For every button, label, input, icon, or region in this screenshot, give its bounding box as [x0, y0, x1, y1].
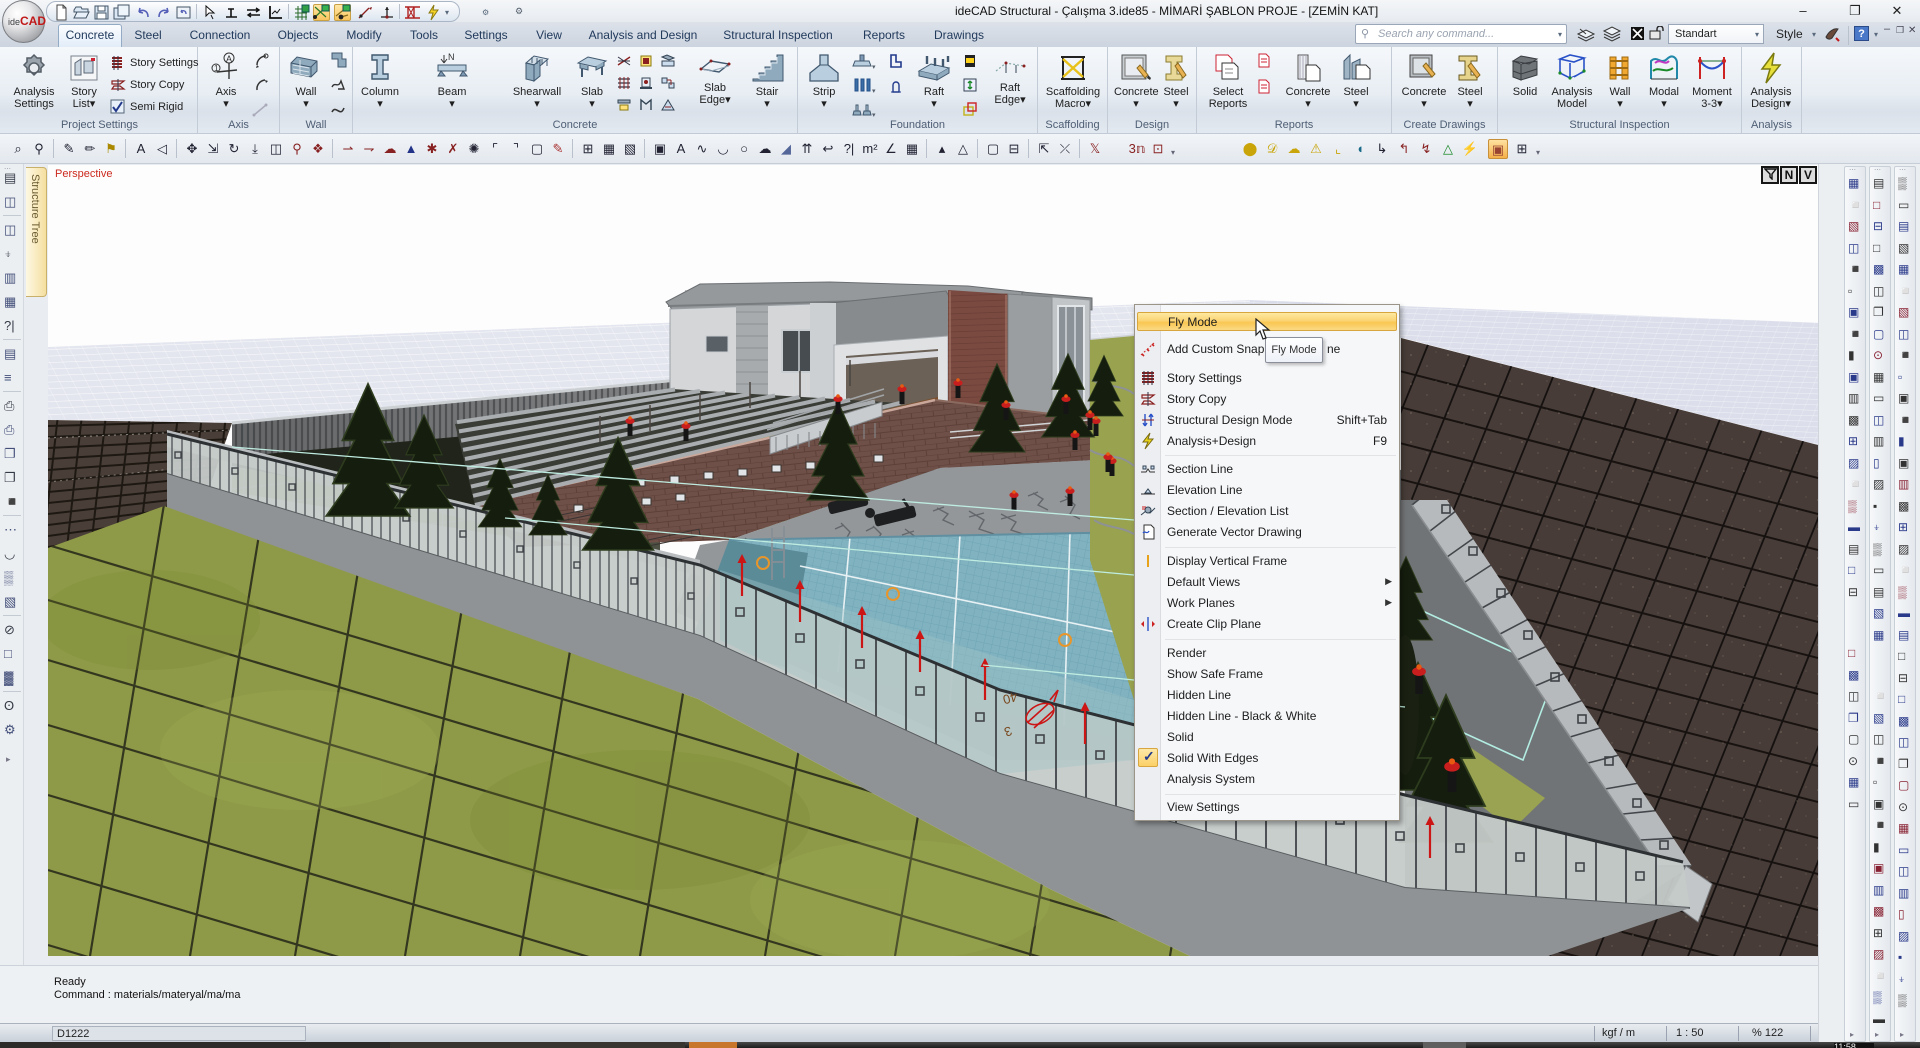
svg-text:A: A	[226, 54, 232, 64]
svg-text:N: N	[448, 52, 455, 62]
